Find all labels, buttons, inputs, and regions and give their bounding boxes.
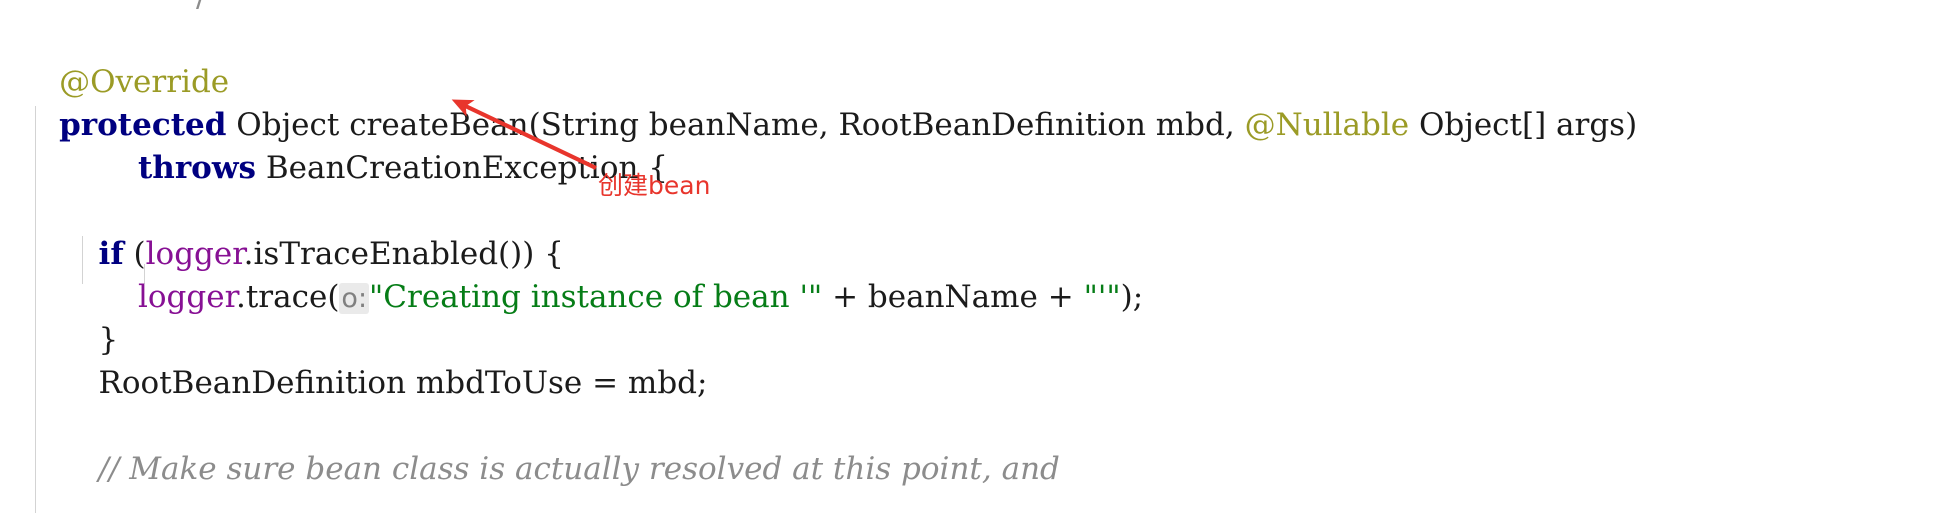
token-comment-make-sure: // Make sure bean class is actually reso… (59, 451, 1060, 487)
code-line: protected Object createBean(String beanN… (0, 61, 1939, 143)
code-line: RootBeanDefinition mbdToUse = mbd; (0, 319, 1939, 401)
code-line: throws BeanCreationException { (0, 104, 1939, 186)
code-line: logger.trace(o:"Creating instance of bea… (0, 233, 1939, 315)
code-text-area[interactable]: @Override protected Object createBean(St… (0, 0, 1939, 513)
code-line: @Override (0, 18, 1939, 100)
code-line: // Make sure bean class is actually reso… (0, 405, 1939, 487)
code-editor-screenshot: / @Override protected Object createBean(… (0, 0, 1939, 513)
code-line: if (logger.isTraceEnabled()) { (0, 190, 1939, 272)
code-line: } (0, 276, 1939, 358)
